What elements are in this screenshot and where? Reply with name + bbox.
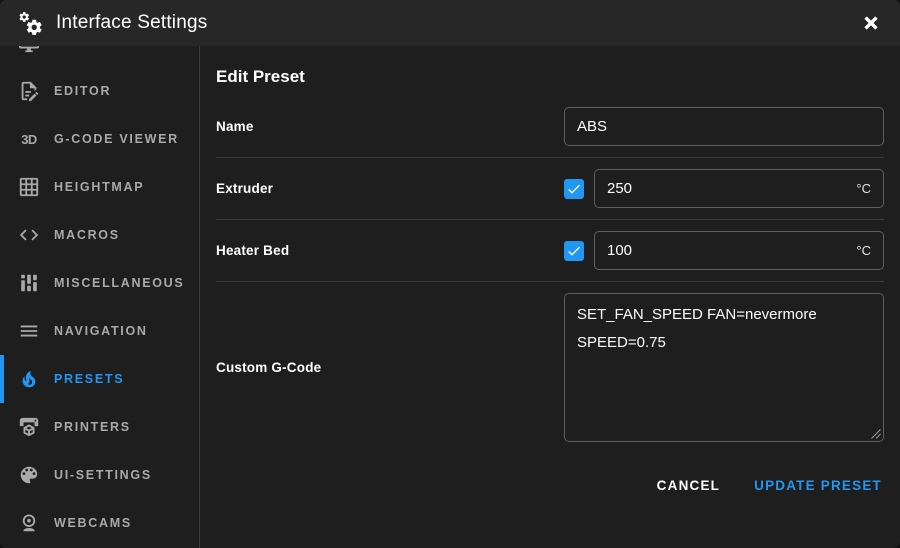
close-button[interactable] [859, 11, 883, 35]
palette-icon [20, 466, 38, 484]
extruder-checkbox[interactable] [564, 178, 584, 199]
settings-nav: EDITOR 3D G-CODE VIEWER HEIGHTMAP MACROS [0, 46, 199, 547]
custom-gcode-box: SET_FAN_SPEED FAN=nevermore SPEED=0.75 [564, 293, 884, 442]
sidebar-item-label: WEBCAMS [54, 516, 132, 530]
name-label: Name [216, 119, 254, 134]
custom-gcode-row: Custom G-Code SET_FAN_SPEED FAN=nevermor… [216, 282, 884, 453]
monitor-icon [18, 46, 40, 53]
sidebar-item-ui-settings[interactable]: UI-SETTINGS [0, 451, 199, 499]
sidebar-item-miscellaneous[interactable]: MISCELLANEOUS [0, 259, 199, 307]
name-row: Name [216, 96, 884, 158]
heater-bed-checkbox[interactable] [564, 240, 584, 261]
dialog-titlebar: Interface Settings [0, 0, 900, 46]
settings-sidebar: EDITOR 3D G-CODE VIEWER HEIGHTMAP MACROS [0, 46, 200, 548]
extruder-label: Extruder [216, 181, 274, 196]
sidebar-item-navigation[interactable]: NAVIGATION [0, 307, 199, 355]
dialog-body: EDITOR 3D G-CODE VIEWER HEIGHTMAP MACROS [0, 46, 900, 548]
custom-gcode-label: Custom G-Code [216, 360, 322, 375]
sidebar-item-label: MISCELLANEOUS [54, 276, 185, 290]
sidebar-item-macros[interactable]: MACROS [0, 211, 199, 259]
close-icon [864, 16, 878, 30]
extruder-input-box: °C [594, 169, 884, 208]
heater-bed-temp-input[interactable] [595, 242, 857, 259]
sidebar-item-label: PRINTERS [54, 420, 131, 434]
sidebar-item-webcams[interactable]: WEBCAMS [0, 499, 199, 547]
update-preset-button[interactable]: UPDATE PRESET [752, 474, 884, 497]
check-icon [568, 246, 580, 256]
sidebar-item-label: MACROS [54, 228, 120, 242]
file-edit-icon [21, 81, 39, 102]
sidebar-item-label: UI-SETTINGS [54, 468, 152, 482]
3d-icon: 3D [21, 131, 37, 147]
extruder-unit: °C [856, 181, 871, 196]
name-input[interactable] [565, 118, 883, 135]
sidebar-item-label: NAVIGATION [54, 324, 148, 338]
cancel-button[interactable]: CANCEL [655, 474, 722, 497]
sidebar-item-label: PRESETS [54, 372, 125, 386]
printer-3d-icon [19, 417, 39, 437]
fire-icon [22, 370, 36, 388]
sidebar-item-editor[interactable]: EDITOR [0, 67, 199, 115]
sidebar-item-presets[interactable]: PRESETS [0, 355, 199, 403]
sidebar-item-label: HEIGHTMAP [54, 180, 145, 194]
sidebar-item-partial[interactable] [0, 46, 199, 67]
sidebar-item-gcode-viewer[interactable]: 3D G-CODE VIEWER [0, 115, 199, 163]
edit-preset-panel: Edit Preset Name Extruder [200, 46, 900, 548]
extruder-row: Extruder °C [216, 158, 884, 220]
sidebar-item-label: G-CODE VIEWER [54, 132, 179, 146]
heater-bed-unit: °C [856, 243, 871, 258]
check-icon [568, 184, 580, 194]
grid-icon [19, 177, 39, 197]
heater-bed-input-box: °C [594, 231, 884, 270]
sidebar-item-heightmap[interactable]: HEIGHTMAP [0, 163, 199, 211]
dialog-actions: CANCEL UPDATE PRESET [216, 453, 884, 518]
cogs-icon [19, 12, 42, 35]
menu-icon [20, 325, 38, 337]
name-input-box [564, 107, 884, 146]
heater-bed-row: Heater Bed °C [216, 220, 884, 282]
heater-bed-label: Heater Bed [216, 243, 290, 258]
sliders-icon [21, 274, 37, 292]
code-tags-icon [19, 229, 39, 241]
interface-settings-dialog: Interface Settings EDITOR 3D G-CODE VIEW… [0, 0, 900, 548]
panel-title: Edit Preset [216, 67, 305, 86]
sidebar-item-printers[interactable]: PRINTERS [0, 403, 199, 451]
sidebar-item-label: EDITOR [54, 84, 112, 98]
custom-gcode-textarea[interactable]: SET_FAN_SPEED FAN=nevermore SPEED=0.75 [564, 293, 884, 442]
webcam-icon [22, 514, 36, 532]
extruder-temp-input[interactable] [595, 180, 857, 197]
dialog-title: Interface Settings [56, 12, 208, 33]
resize-handle-icon[interactable] [870, 428, 881, 439]
